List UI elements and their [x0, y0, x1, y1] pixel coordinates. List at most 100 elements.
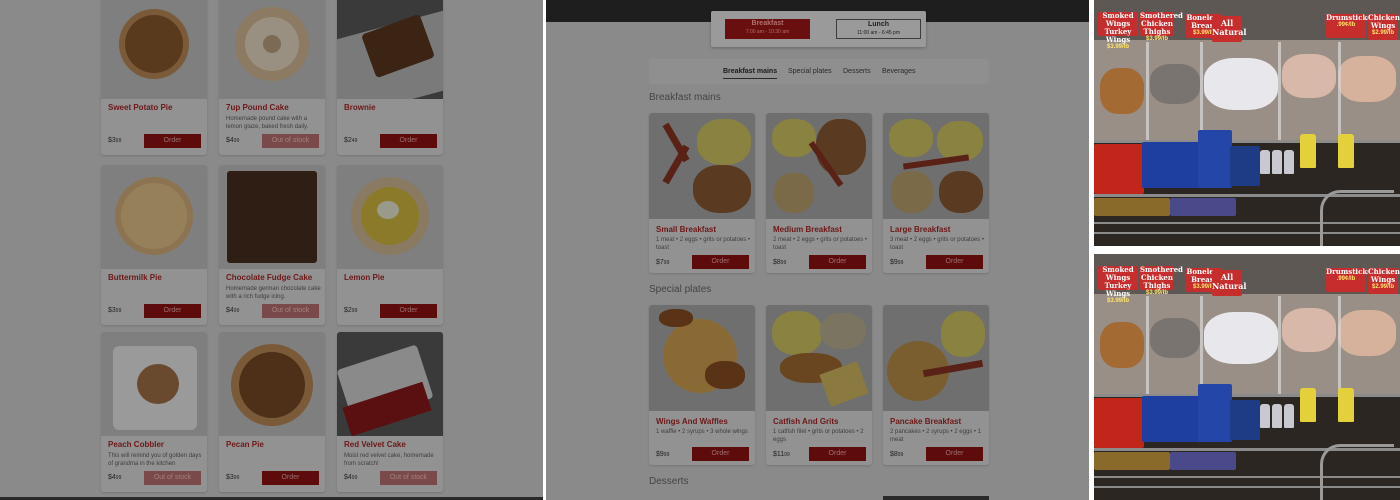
meal-lunch-button[interactable]: Lunch 11:00 am - 6:45 pm — [836, 19, 921, 39]
shopping-cart-icon — [1320, 190, 1394, 246]
item-name: Wings And Waffles — [656, 417, 728, 426]
order-button[interactable]: Order — [692, 447, 749, 461]
order-button[interactable]: Order — [926, 255, 983, 269]
item-name: Catfish And Grits — [773, 417, 839, 426]
out-of-stock-button[interactable]: Out of stock — [144, 471, 201, 485]
menu-card-buttermilk-pie[interactable]: Buttermilk Pie $399 Order — [101, 165, 207, 325]
menu-card-brownie[interactable]: Brownie $249 Order — [337, 0, 443, 155]
meal-breakfast-button[interactable]: Breakfast 7:00 am - 10:30 am — [725, 19, 810, 39]
item-price: $499 — [226, 307, 240, 314]
price-sign: Smoked Wings Turkey Wings $3.99/lb — [1098, 12, 1138, 50]
price-sign: Smoked Wings Turkey Wings $3.99/lb — [1098, 266, 1138, 304]
item-description: 2 meat • 2 eggs • grits or potatoes • to… — [773, 237, 868, 251]
price-sign: Smothered Chicken Thighs $3.99/lb — [1140, 11, 1183, 42]
item-name: Large Breakfast — [890, 225, 951, 234]
medium-breakfast-image — [766, 113, 872, 219]
menu-card-red-velvet-cake[interactable]: Red Velvet Cake Moist red velvet cake, h… — [337, 332, 443, 492]
section-heading-desserts: Desserts — [649, 476, 689, 487]
item-price: $1199 — [773, 451, 790, 458]
menu-card-large-breakfast[interactable]: Large Breakfast 3 meat • 2 eggs • grits … — [883, 113, 989, 273]
small-breakfast-image — [649, 113, 755, 219]
menu-card-peach-cobbler[interactable]: Peach Cobbler This will remind you of go… — [101, 332, 207, 492]
item-price: $399 — [108, 137, 122, 144]
buttermilk-pie-image — [101, 165, 207, 269]
sweet-potato-pie-image — [101, 0, 207, 99]
item-price: $399 — [108, 307, 122, 314]
out-of-stock-button[interactable]: Out of stock — [262, 134, 319, 148]
order-button[interactable]: Order — [926, 447, 983, 461]
item-name: Pancake Breakfast — [890, 417, 962, 426]
item-description: 1 meat • 2 eggs • grits or potatoes • to… — [656, 237, 751, 251]
shopping-cart-icon — [1320, 444, 1394, 500]
store-photo-bottom: Smoked Wings Turkey Wings $3.99/lb Smothe… — [1094, 254, 1400, 500]
order-button[interactable]: Order — [809, 255, 866, 269]
item-name: Chocolate Fudge Cake — [226, 273, 313, 282]
item-name: Pecan Pie — [226, 440, 264, 449]
item-price: $999 — [890, 259, 904, 266]
item-name: Medium Breakfast — [773, 225, 842, 234]
menu-card-chocolate-fudge-cake[interactable]: Chocolate Fudge Cake Homemade german cho… — [219, 165, 325, 325]
item-price: $399 — [226, 474, 240, 481]
order-button[interactable]: Order — [380, 134, 437, 148]
pound-cake-image — [219, 0, 325, 99]
order-button[interactable]: Order — [692, 255, 749, 269]
item-description: This will remind you of golden days of g… — [108, 453, 202, 467]
pecan-pie-image — [219, 332, 325, 436]
pancake-breakfast-image — [883, 305, 989, 411]
item-name: Red Velvet Cake — [344, 440, 406, 449]
out-of-stock-button[interactable]: Out of stock — [380, 471, 437, 485]
order-button[interactable]: Order — [380, 304, 437, 318]
item-price: $899 — [773, 259, 787, 266]
item-name: Peach Cobbler — [108, 440, 165, 449]
price-sign: Chicken Wings $2.99/lb — [1368, 14, 1400, 40]
item-description: 1 catfish filet • grits or potatoes • 2 … — [773, 429, 864, 443]
next-card-edge — [883, 496, 989, 500]
store-photo-top: Smoked Wings Turkey Wings $3.99/lb Smothe… — [1094, 0, 1400, 246]
item-price: $249 — [344, 137, 358, 144]
menu-card-lemon-pie[interactable]: Lemon Pie $299 Order — [337, 165, 443, 325]
section-heading-breakfast-mains: Breakfast mains — [649, 92, 721, 103]
brownie-image — [337, 0, 443, 99]
screenshot-stage: Sweet Potato Pie $399 Order 7up Pound Ca… — [0, 0, 1400, 500]
menu-card-small-breakfast[interactable]: Small Breakfast 1 meat • 2 eggs • grits … — [649, 113, 755, 273]
menu-card-sweet-potato-pie[interactable]: Sweet Potato Pie $399 Order — [101, 0, 207, 155]
menu-card-wings-and-waffles[interactable]: Wings And Waffles 1 waffle • 2 syrups • … — [649, 305, 755, 465]
item-price: $299 — [344, 307, 358, 314]
tab-breakfast-mains[interactable]: Breakfast mains — [723, 68, 778, 79]
order-button[interactable]: Order — [809, 447, 866, 461]
menu-card-catfish-and-grits[interactable]: Catfish And Grits 1 catfish filet • grit… — [766, 305, 872, 465]
tab-special-plates[interactable]: Special plates — [788, 68, 832, 75]
section-heading-special-plates: Special plates — [649, 284, 712, 295]
lemon-pie-image — [337, 165, 443, 269]
order-button[interactable]: Order — [144, 304, 201, 318]
menu-card-pecan-pie[interactable]: Pecan Pie $399 Order — [219, 332, 325, 492]
tab-beverages[interactable]: Beverages — [882, 68, 915, 75]
item-name: Buttermilk Pie — [108, 273, 162, 282]
item-price: $499 — [226, 137, 240, 144]
menu-card-pancake-breakfast[interactable]: Pancake Breakfast 2 pancakes • 2 syrups … — [883, 305, 989, 465]
hot-food-case — [1094, 294, 1400, 394]
breakfast-menu-panel: Breakfast 7:00 am - 10:30 am Lunch 11:00… — [546, 0, 1089, 500]
item-price: $999 — [656, 451, 670, 458]
menu-card-medium-breakfast[interactable]: Medium Breakfast 2 meat • 2 eggs • grits… — [766, 113, 872, 273]
price-sign: Smothered Chicken Thighs $3.99/lb — [1140, 265, 1183, 296]
item-price: $899 — [890, 451, 904, 458]
item-description: Moist red velvet cake, homemade from scr… — [344, 453, 434, 467]
chocolate-cake-image — [219, 165, 325, 269]
item-name: Small Breakfast — [656, 225, 717, 234]
peach-cobbler-image — [101, 332, 207, 436]
menu-card-7up-pound-cake[interactable]: 7up Pound Cake Homemade pound cake with … — [219, 0, 325, 155]
out-of-stock-button[interactable]: Out of stock — [262, 304, 319, 318]
price-sign: Drumsticks .99¢/lb — [1326, 14, 1371, 38]
price-sign: Drumsticks .99¢/lb — [1326, 268, 1371, 292]
item-name: Brownie — [344, 103, 376, 112]
item-name: 7up Pound Cake — [226, 103, 289, 112]
tab-desserts[interactable]: Desserts — [843, 68, 871, 75]
order-button[interactable]: Order — [144, 134, 201, 148]
item-description: 2 pancakes • 2 syrups • 2 eggs • 1 meat — [890, 429, 982, 443]
item-price: $499 — [344, 474, 358, 481]
catfish-and-grits-image — [766, 305, 872, 411]
item-name: Sweet Potato Pie — [108, 103, 173, 112]
order-button[interactable]: Order — [262, 471, 319, 485]
item-name: Lemon Pie — [344, 273, 385, 282]
